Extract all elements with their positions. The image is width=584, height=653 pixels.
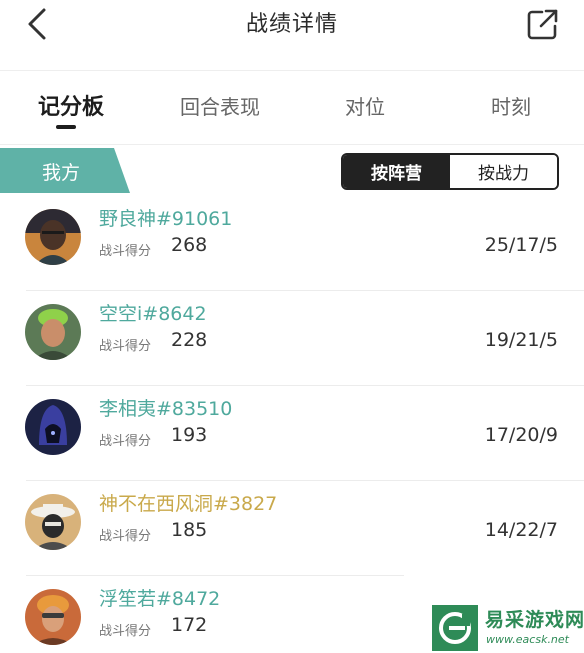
kda-stat: 19/21/5 [484,329,558,351]
share-icon[interactable] [522,4,562,44]
player-avatar [25,399,81,455]
score-label: 战斗得分 [99,339,152,354]
team-label: 我方 [42,162,81,184]
team-ribbon: 我方 [0,148,130,193]
player-name: 浮笙若#8472 [99,588,221,610]
kda-stat: 17/20/9 [484,424,558,446]
tab-scoreboard[interactable]: 记分板 [38,89,104,121]
player-avatar [25,589,81,645]
kda-stat: 25/17/5 [484,234,558,256]
sort-toggle: 按阵营 按战力 [341,153,559,190]
player-row[interactable]: 李相夷#83510 战斗得分 193 17/20/9 [0,386,584,481]
tab-round-performance[interactable]: 回合表现 [180,91,260,120]
combat-score: 228 [171,329,208,351]
active-tab-indicator [56,125,76,129]
toggle-by-faction[interactable]: 按阵营 [343,155,450,188]
score-label: 战斗得分 [99,624,152,639]
tab-bar: 记分板 回合表现 对位 时刻 [0,70,584,145]
page-title: 战绩详情 [245,12,338,37]
player-row[interactable]: 野良神#91061 战斗得分 268 25/17/5 [0,196,584,291]
player-avatar [25,304,81,360]
combat-score: 172 [171,614,208,636]
watermark-url: www.eacsk.net [486,633,569,646]
score-label: 战斗得分 [99,434,152,449]
player-row[interactable]: 空空i#8642 战斗得分 228 19/21/5 [0,291,584,386]
watermark-logo-icon [432,605,478,651]
player-name: 李相夷#83510 [99,398,233,420]
player-avatar [25,209,81,265]
site-watermark: 易采游戏网 www.eacsk.net [430,603,584,653]
combat-score: 268 [171,234,208,256]
score-label: 战斗得分 [99,244,152,259]
combat-score: 185 [171,519,208,541]
player-avatar [25,494,81,550]
combat-score: 193 [171,424,208,446]
player-name: 野良神#91061 [99,208,233,230]
tab-moments[interactable]: 时刻 [491,91,531,120]
score-label: 战斗得分 [99,529,152,544]
header-bar: 战绩详情 [0,0,584,70]
watermark-name: 易采游戏网 [485,609,584,631]
player-name: 空空i#8642 [99,303,207,325]
toggle-by-power[interactable]: 按战力 [450,155,557,188]
kda-stat: 14/22/7 [484,519,558,541]
tab-matchup[interactable]: 对位 [345,91,385,120]
player-name: 神不在西风洞#3827 [99,493,278,515]
player-row[interactable]: 神不在西风洞#3827 战斗得分 185 14/22/7 [0,481,584,576]
